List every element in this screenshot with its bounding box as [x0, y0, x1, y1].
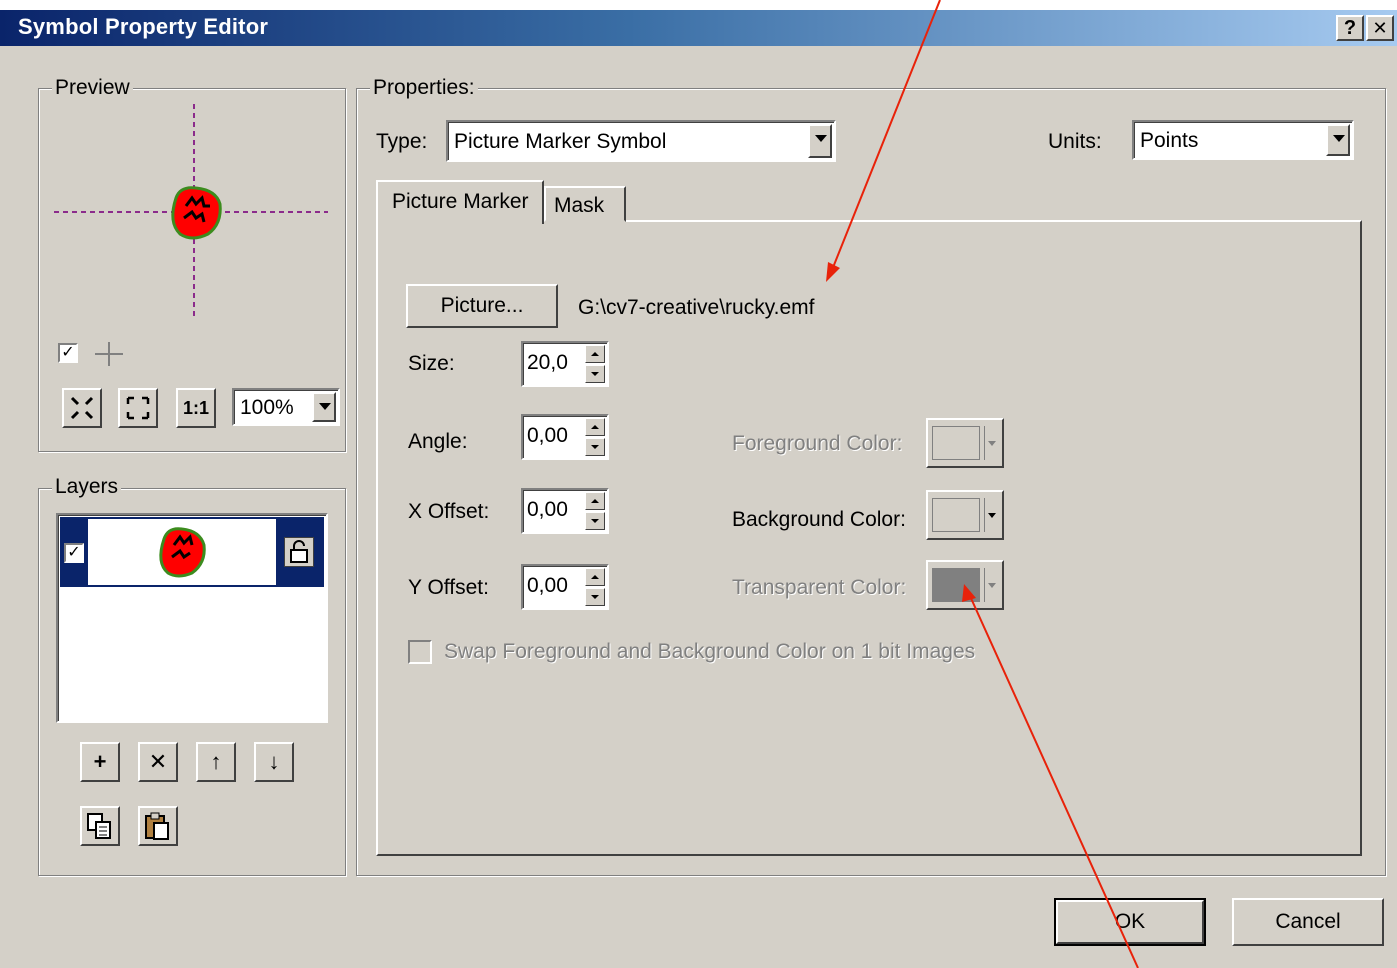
yoffset-spin-up-icon[interactable]	[585, 568, 605, 586]
crosshair-icon	[95, 342, 123, 366]
type-value: Picture Marker Symbol	[454, 130, 667, 153]
zoom-out-icon	[70, 396, 94, 420]
units-value: Points	[1140, 129, 1199, 152]
zoom-in-icon	[126, 396, 150, 420]
transparent-color-label: Transparent Color:	[732, 576, 907, 599]
actual-size-button[interactable]: 1:1	[176, 388, 216, 428]
layer-lock-button[interactable]	[284, 537, 314, 567]
marker-symbol-icon	[171, 186, 222, 240]
angle-spin-up-icon[interactable]	[585, 418, 605, 436]
background-color-label: Background Color:	[732, 508, 906, 531]
picture-button[interactable]: Picture...	[406, 284, 558, 328]
foreground-color-swatch	[932, 426, 980, 460]
background-color-button[interactable]	[926, 490, 1004, 540]
angle-label: Angle:	[408, 430, 468, 453]
paste-icon	[145, 812, 169, 840]
size-spin-up-icon[interactable]	[585, 345, 605, 363]
size-spinner[interactable]: 20,0	[521, 341, 609, 387]
layer-marker-icon	[159, 527, 206, 578]
yoffset-label: Y Offset:	[408, 576, 489, 599]
move-layer-up-button[interactable]: ↑	[196, 742, 236, 782]
type-select[interactable]: Picture Marker Symbol	[446, 120, 836, 162]
copy-layer-button[interactable]	[80, 806, 120, 846]
properties-legend: Properties:	[370, 77, 478, 99]
transparent-color-arrow-icon	[984, 568, 998, 602]
background-color-swatch	[932, 498, 980, 532]
preview-canvas	[54, 104, 328, 316]
size-label: Size:	[408, 352, 455, 375]
close-button[interactable]: ✕	[1366, 15, 1394, 41]
xoffset-spin-up-icon[interactable]	[585, 492, 605, 510]
paste-layer-button[interactable]	[138, 806, 178, 846]
foreground-color-label: Foreground Color:	[732, 432, 903, 455]
layer-thumbnail	[88, 519, 276, 585]
background-color-arrow-icon	[984, 498, 998, 532]
actual-size-icon: 1:1	[182, 398, 209, 418]
cancel-button[interactable]: Cancel	[1232, 898, 1384, 946]
foreground-color-button[interactable]	[926, 418, 1004, 468]
zoom-in-button[interactable]	[118, 388, 158, 428]
tab-picture-marker[interactable]: Picture Marker	[376, 180, 544, 224]
angle-spinner[interactable]: 0,00	[521, 414, 609, 460]
transparent-color-swatch	[932, 568, 980, 602]
xoffset-label: X Offset:	[408, 500, 490, 523]
swap-colors-label: Swap Foreground and Background Color on …	[444, 640, 976, 663]
zoom-out-button[interactable]	[62, 388, 102, 428]
layers-legend: Layers	[52, 476, 122, 498]
layer-visible-checkbox[interactable]: ✓	[64, 543, 84, 563]
type-label: Type:	[376, 130, 428, 153]
units-dropdown-arrow-icon[interactable]	[1326, 124, 1350, 156]
tab-picture-marker-label: Picture Marker	[392, 190, 529, 213]
tab-mask-label: Mask	[554, 194, 605, 217]
xoffset-input[interactable]: 0,00	[527, 498, 568, 522]
transparent-color-button[interactable]	[926, 560, 1004, 610]
help-button[interactable]: ?	[1336, 15, 1364, 41]
zoom-dropdown-arrow-icon[interactable]	[312, 392, 336, 422]
show-crosshair-checkbox[interactable]: ✓	[58, 343, 78, 363]
angle-input[interactable]: 0,00	[527, 424, 568, 448]
layers-list[interactable]: ✓	[56, 513, 328, 723]
yoffset-spinner[interactable]: 0,00	[521, 564, 609, 610]
lock-icon	[290, 540, 308, 563]
picture-path: G:\cv7-creative\rucky.emf	[578, 296, 815, 319]
size-spin-down-icon[interactable]	[585, 365, 605, 383]
tab-mask[interactable]: Mask	[544, 186, 626, 222]
yoffset-input[interactable]: 0,00	[527, 574, 568, 598]
preview-legend: Preview	[52, 77, 133, 99]
units-label: Units:	[1048, 130, 1102, 153]
add-layer-button[interactable]: +	[80, 742, 120, 782]
xoffset-spinner[interactable]: 0,00	[521, 488, 609, 534]
zoom-select[interactable]: 100%	[232, 388, 340, 426]
window-title: Symbol Property Editor	[18, 14, 269, 39]
ok-button[interactable]: OK	[1054, 898, 1206, 946]
angle-spin-down-icon[interactable]	[585, 438, 605, 456]
xoffset-spin-down-icon[interactable]	[585, 512, 605, 530]
move-layer-down-button[interactable]: ↓	[254, 742, 294, 782]
foreground-color-arrow-icon	[984, 426, 998, 460]
ok-button-label: OK	[1056, 900, 1204, 944]
units-select[interactable]: Points	[1132, 120, 1354, 160]
zoom-value: 100%	[240, 396, 294, 419]
swap-colors-checkbox[interactable]	[408, 640, 432, 664]
size-input[interactable]: 20,0	[527, 351, 568, 375]
copy-icon	[87, 813, 111, 839]
type-dropdown-arrow-icon[interactable]	[808, 124, 832, 158]
yoffset-spin-down-icon[interactable]	[585, 588, 605, 606]
remove-layer-button[interactable]: ✕	[138, 742, 178, 782]
